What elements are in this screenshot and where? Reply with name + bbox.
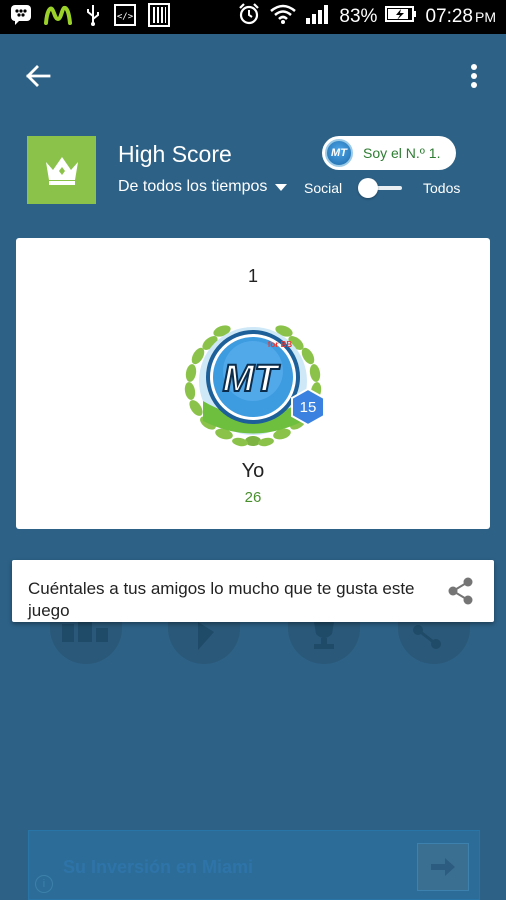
player-rank-chip[interactable]: MT Soy el N.º 1. xyxy=(322,136,456,170)
usb-icon xyxy=(84,4,102,31)
crown-icon xyxy=(45,157,78,185)
rank-chip-label: Soy el N.º 1. xyxy=(363,145,441,161)
player-avatar-mini: MT xyxy=(325,139,353,167)
share-prompt-text: Cuéntales a tus amigos lo mucho que te g… xyxy=(28,579,415,620)
leaderboard-icon-tile xyxy=(27,136,96,204)
alarm-icon xyxy=(237,2,261,32)
ad-banner[interactable]: Su Inversión en Miami i xyxy=(28,830,480,900)
share-icon xyxy=(448,577,473,605)
ad-text: Su Inversión en Miami xyxy=(63,857,254,877)
battery-charging-icon xyxy=(385,5,417,29)
player-score: 26 xyxy=(244,489,262,506)
toggle-label-all: Todos xyxy=(423,180,461,196)
battery-percent: 83% xyxy=(339,6,378,27)
score-card[interactable]: 1 for BB MT 15 Yo 26 xyxy=(16,238,490,529)
toggle-thumb[interactable] xyxy=(358,178,378,198)
arrow-right-icon xyxy=(431,858,455,876)
svg-text:</>: </> xyxy=(117,12,134,22)
barcode-icon xyxy=(148,2,170,32)
status-bar: </> 83% 07:28 PM xyxy=(0,0,506,34)
signal-icon xyxy=(305,3,331,31)
leaderboard-title: High Score xyxy=(118,141,232,167)
player-avatar-badge[interactable]: for BB MT 15 xyxy=(178,311,328,451)
player-level: 15 xyxy=(300,399,317,416)
bbm-icon xyxy=(10,4,32,31)
ad-arrow-button[interactable] xyxy=(417,843,469,891)
dropdown-caret-icon xyxy=(275,184,288,191)
overflow-menu-button[interactable] xyxy=(462,58,486,94)
time-filter-label: De todos los tiempos xyxy=(118,178,268,195)
score-rank: 1 xyxy=(247,266,258,286)
share-prompt-card[interactable]: Cuéntales a tus amigos lo mucho que te g… xyxy=(12,560,494,622)
time-filter-dropdown[interactable]: De todos los tiempos xyxy=(118,178,288,196)
wifi-icon xyxy=(269,3,297,31)
badge-letters: MT xyxy=(223,358,281,400)
code-icon: </> xyxy=(114,3,136,31)
svg-text:for BB: for BB xyxy=(268,340,293,349)
player-name: Yo xyxy=(241,460,265,482)
status-time: 07:28 PM xyxy=(425,6,496,27)
ad-info-icon[interactable]: i xyxy=(35,875,53,893)
more-vert-icon xyxy=(471,64,477,88)
social-all-toggle[interactable] xyxy=(356,178,402,198)
back-button[interactable] xyxy=(20,58,56,94)
share-button[interactable] xyxy=(446,576,476,606)
toggle-label-social: Social xyxy=(304,180,343,196)
movistar-icon xyxy=(44,5,72,30)
arrow-back-icon xyxy=(26,65,51,87)
